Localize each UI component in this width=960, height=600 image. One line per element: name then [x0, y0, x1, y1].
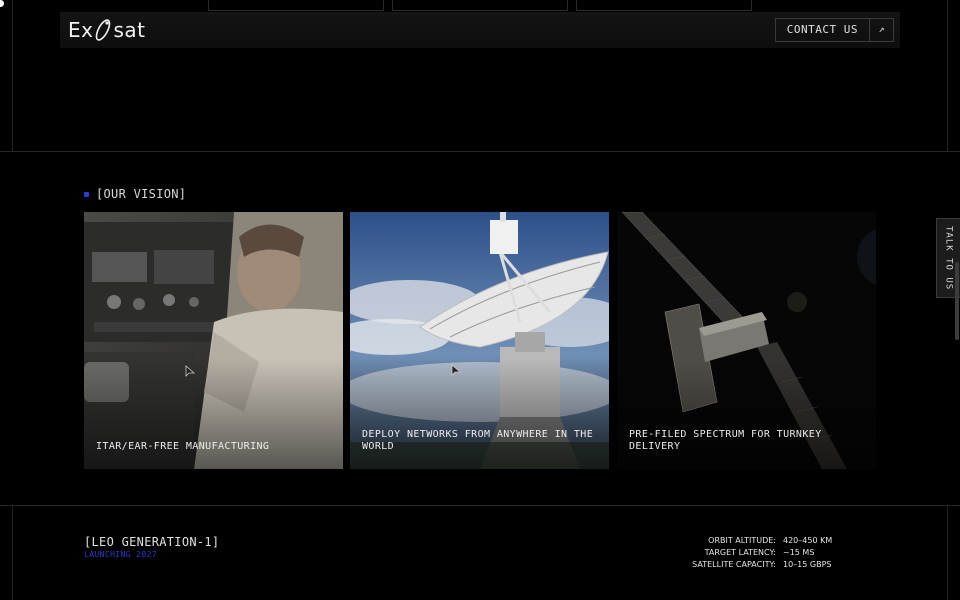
section-divider-bottom — [0, 505, 960, 506]
top-frame-3 — [576, 0, 752, 11]
talk-to-us-label: TALK TO US — [943, 225, 954, 291]
card-caption: ITAR/EAR-FREE MANUFACTURING — [96, 441, 270, 452]
card-caption: DEPLOY NETWORKS FROM ANYWHERE IN THE WOR… — [362, 429, 594, 452]
vision-heading: [OUR VISION] — [84, 187, 186, 201]
vision-card-deploy-networks[interactable]: DEPLOY NETWORKS FROM ANYWHERE IN THE WOR… — [350, 212, 609, 469]
spec-key: ORBIT ALTITUDE: — [708, 536, 776, 545]
top-frame-1 — [208, 0, 384, 11]
logo-orbit-icon — [96, 19, 111, 41]
vision-card-spectrum[interactable]: PRE-FILED SPECTRUM FOR TURNKEY DELIVERY — [617, 212, 876, 469]
cursor-icon — [185, 365, 195, 377]
accent-square-icon — [84, 191, 89, 197]
grid-line-right — [947, 0, 948, 151]
spec-row: ORBIT ALTITUDE: 420–450 KM — [640, 535, 860, 547]
contact-us-label: CONTACT US — [786, 23, 858, 36]
grid-line-left — [12, 0, 13, 151]
arrow-up-right-icon: ↗ — [869, 19, 893, 41]
spec-value: 10–15 GBPS — [783, 560, 832, 569]
corner-dot — [0, 0, 4, 7]
spec-value: 420–450 KM — [783, 536, 833, 545]
grid-line-right-bottom — [947, 505, 948, 600]
scrollbar-thumb[interactable] — [955, 262, 959, 340]
site-header: Ex sat CONTACT US ↗ — [60, 12, 900, 48]
spec-list: ORBIT ALTITUDE: 420–450 KM TARGET LATENC… — [640, 535, 860, 571]
spec-value: ~15 MS — [783, 548, 815, 557]
top-frame-2 — [392, 0, 568, 11]
generation-subtitle: LAUNCHING 2027 — [84, 550, 158, 559]
spec-row: SATELLITE CAPACITY: 10–15 GBPS — [640, 559, 860, 571]
generation-title: [LEO GENERATION-1] — [84, 535, 220, 549]
logo-text-left: Ex — [68, 18, 94, 42]
spec-key: SATELLITE CAPACITY: — [692, 560, 776, 569]
vision-heading-text: [OUR VISION] — [96, 187, 187, 201]
grid-line-left-bottom — [12, 505, 13, 600]
logo-text-right: sat — [113, 18, 146, 42]
contact-us-button[interactable]: CONTACT US ↗ — [774, 18, 894, 42]
section-divider-top — [0, 151, 960, 152]
logo[interactable]: Ex sat — [68, 16, 146, 44]
vision-card-manufacturing[interactable]: ITAR/EAR-FREE MANUFACTURING — [84, 212, 343, 469]
spec-key: TARGET LATENCY: — [704, 548, 776, 557]
spec-row: TARGET LATENCY: ~15 MS — [640, 547, 860, 559]
cursor-icon — [451, 364, 461, 376]
card-caption: PRE-FILED SPECTRUM FOR TURNKEY DELIVERY — [629, 429, 822, 452]
